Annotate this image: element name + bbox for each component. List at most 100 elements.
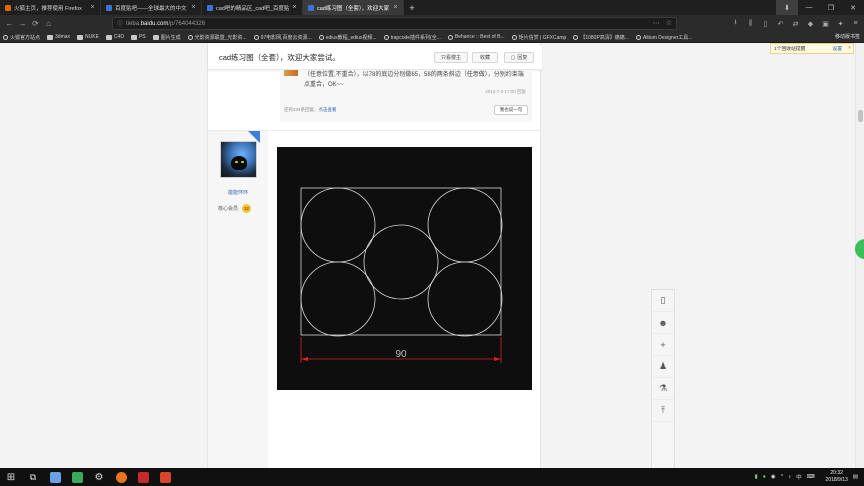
sync-icon[interactable]: ⇄: [789, 17, 802, 30]
close-icon[interactable]: ×: [392, 4, 399, 11]
folder-icon: [152, 34, 159, 40]
new-tab-button[interactable]: +: [406, 3, 418, 13]
notification-icon[interactable]: ▤: [853, 474, 858, 480]
site-icon: [447, 34, 453, 40]
back-icon[interactable]: ←: [3, 17, 16, 30]
download-arrow-icon[interactable]: ⬇: [776, 0, 798, 15]
keyboard-icon[interactable]: ⌨: [807, 474, 815, 480]
bookmark-label: 3dmax: [55, 34, 71, 40]
notice-settings-link[interactable]: 设置: [832, 45, 842, 52]
home-icon[interactable]: ⌂: [42, 17, 55, 30]
bookmark-item[interactable]: trapcode插件系列(全...: [383, 34, 441, 41]
close-icon[interactable]: ×: [190, 4, 197, 11]
reply-button[interactable]: ▢ 回复: [504, 52, 534, 63]
flask-icon[interactable]: ⚗: [652, 378, 674, 400]
badge-corner-icon: [248, 131, 260, 143]
view-more-link[interactable]: 点击查看: [319, 107, 337, 112]
bookmark-folder[interactable]: C4D: [105, 34, 124, 40]
bookmark-folder[interactable]: PS: [130, 34, 146, 40]
chevron-up-icon[interactable]: ^: [781, 474, 784, 480]
username[interactable]: 能能环环: [208, 189, 268, 196]
close-icon[interactable]: ×: [291, 4, 298, 11]
bookmark-item[interactable]: edius教程_edius视频...: [318, 34, 377, 41]
undo-icon[interactable]: ↶: [774, 17, 787, 30]
bookmark-item[interactable]: Behance :: Best of B...: [447, 34, 505, 40]
bookmark-item[interactable]: 光影资源联盟_光影资...: [187, 34, 247, 41]
mask-icon[interactable]: ☻: [652, 312, 674, 334]
app-icon[interactable]: [66, 468, 88, 486]
firefox-icon[interactable]: [110, 468, 132, 486]
sidebar-icon[interactable]: ▯: [759, 17, 772, 30]
cad-drawing: 90: [300, 187, 503, 363]
user-icon[interactable]: ♟: [652, 356, 674, 378]
settings-icon[interactable]: ⚙: [88, 468, 110, 486]
firefox-icon: [3, 34, 8, 40]
arrow-right-icon: [494, 357, 501, 361]
bookmarks-bar: 火狐官方站点 3dmax NUKE C4D PS 图片生成 光影资源联盟_光影资…: [0, 32, 864, 43]
page-actions-icon[interactable]: ⋯: [653, 19, 660, 27]
scrollbar-thumb[interactable]: [858, 110, 863, 122]
tab-cad-featured[interactable]: cad吧的精品区_cad吧_百度贴 ×: [202, 0, 303, 15]
extension-icon[interactable]: ◆: [804, 17, 817, 30]
download-icon[interactable]: ⭳: [729, 17, 742, 30]
plus-icon[interactable]: +: [652, 334, 674, 356]
url-bar[interactable]: ⓘ tieba. baidu.com/p/764044326 ⋯ ☆: [112, 17, 677, 30]
bookmark-folder[interactable]: 图片生成: [152, 34, 181, 41]
tab-cad-practice[interactable]: cad练习图（全套），欢迎大家 ×: [303, 0, 404, 15]
say-something-button[interactable]: 我也说一句: [494, 105, 528, 115]
bookmark-folder[interactable]: NUKE: [77, 34, 99, 40]
tab-label: 百度贴吧——全球最大的中文: [115, 5, 187, 12]
bookmark-folder[interactable]: 3dmax: [47, 34, 70, 40]
tab-tieba-home[interactable]: 百度贴吧——全球最大的中文 ×: [101, 0, 202, 15]
app-icon[interactable]: [44, 468, 66, 486]
rank-label: 核心会员: [218, 206, 239, 212]
tab-firefox-home[interactable]: 火狐主页，推荐使用 Firefox ×: [0, 0, 101, 15]
favorite-button[interactable]: 收藏: [472, 52, 498, 63]
close-window-button[interactable]: ✕: [842, 0, 864, 15]
bookmark-item[interactable]: 97电影网,百度云资源...: [253, 34, 312, 41]
start-icon[interactable]: ⊞: [0, 468, 22, 486]
back-to-top-icon[interactable]: ⤒: [652, 400, 674, 422]
bookmark-item[interactable]: 矩片信赏 | GFXCamp: [511, 34, 566, 41]
reload-icon[interactable]: ⟳: [29, 17, 42, 30]
circle-bottom-right: [427, 261, 503, 337]
task-view-icon[interactable]: ⧉: [22, 468, 44, 486]
screenshot-icon[interactable]: ▣: [819, 17, 832, 30]
sub-reply-block: （任意位置,不重合），以78的底边分别做65，58的两条斜边（任意做），分别约束…: [280, 70, 532, 122]
mobile-bookmarks[interactable]: 移动版书签: [835, 33, 860, 40]
info-icon[interactable]: ⓘ: [117, 19, 123, 28]
bookmark-item[interactable]: 火狐官方站点: [3, 34, 40, 41]
ime-icon[interactable]: 中: [796, 473, 802, 481]
clock[interactable]: 20:32 2018/9/13: [826, 470, 848, 484]
cat-silhouette: [231, 156, 247, 170]
folder-icon: [105, 34, 112, 40]
bookmark-item[interactable]: 【1080P高清】痛痛...: [573, 34, 629, 41]
recycle-bin-notice: 1个回收站提醒 设置 ×: [770, 43, 854, 54]
bookmark-label: 97电影网,百度云资源...: [260, 34, 312, 41]
close-icon[interactable]: ×: [89, 4, 96, 11]
speaker-icon[interactable]: ♪: [788, 474, 791, 480]
battery-icon[interactable]: ▮: [755, 474, 758, 480]
minimize-button[interactable]: —: [798, 0, 820, 15]
bookmark-label: PS: [138, 34, 146, 40]
menu-icon[interactable]: ≡: [849, 17, 862, 30]
close-icon[interactable]: ×: [848, 46, 851, 51]
bookmark-star-icon[interactable]: ☆: [666, 19, 672, 27]
phone-icon[interactable]: ▯: [652, 290, 674, 312]
bookmark-item[interactable]: Altium Designer工具...: [635, 34, 692, 41]
cat-eye: [241, 161, 244, 163]
maximize-button[interactable]: ❐: [820, 0, 842, 15]
url-prefix: tieba.: [126, 20, 141, 27]
forward-icon[interactable]: →: [16, 17, 29, 30]
only-author-button[interactable]: 只看楼主: [434, 52, 468, 63]
autocad-icon[interactable]: [132, 468, 154, 486]
tray-app-icon[interactable]: ◉: [771, 474, 776, 480]
clock-date: 2018/9/13: [825, 477, 848, 483]
bookmark-label: edius教程_edius视频...: [325, 34, 377, 41]
app-icon[interactable]: [154, 468, 176, 486]
site-icon: [187, 34, 193, 40]
avatar[interactable]: [220, 141, 257, 178]
library-icon[interactable]: ⫼: [744, 17, 757, 30]
wechat-icon[interactable]: ●: [763, 474, 766, 480]
addon-icon[interactable]: ✦: [834, 17, 847, 30]
